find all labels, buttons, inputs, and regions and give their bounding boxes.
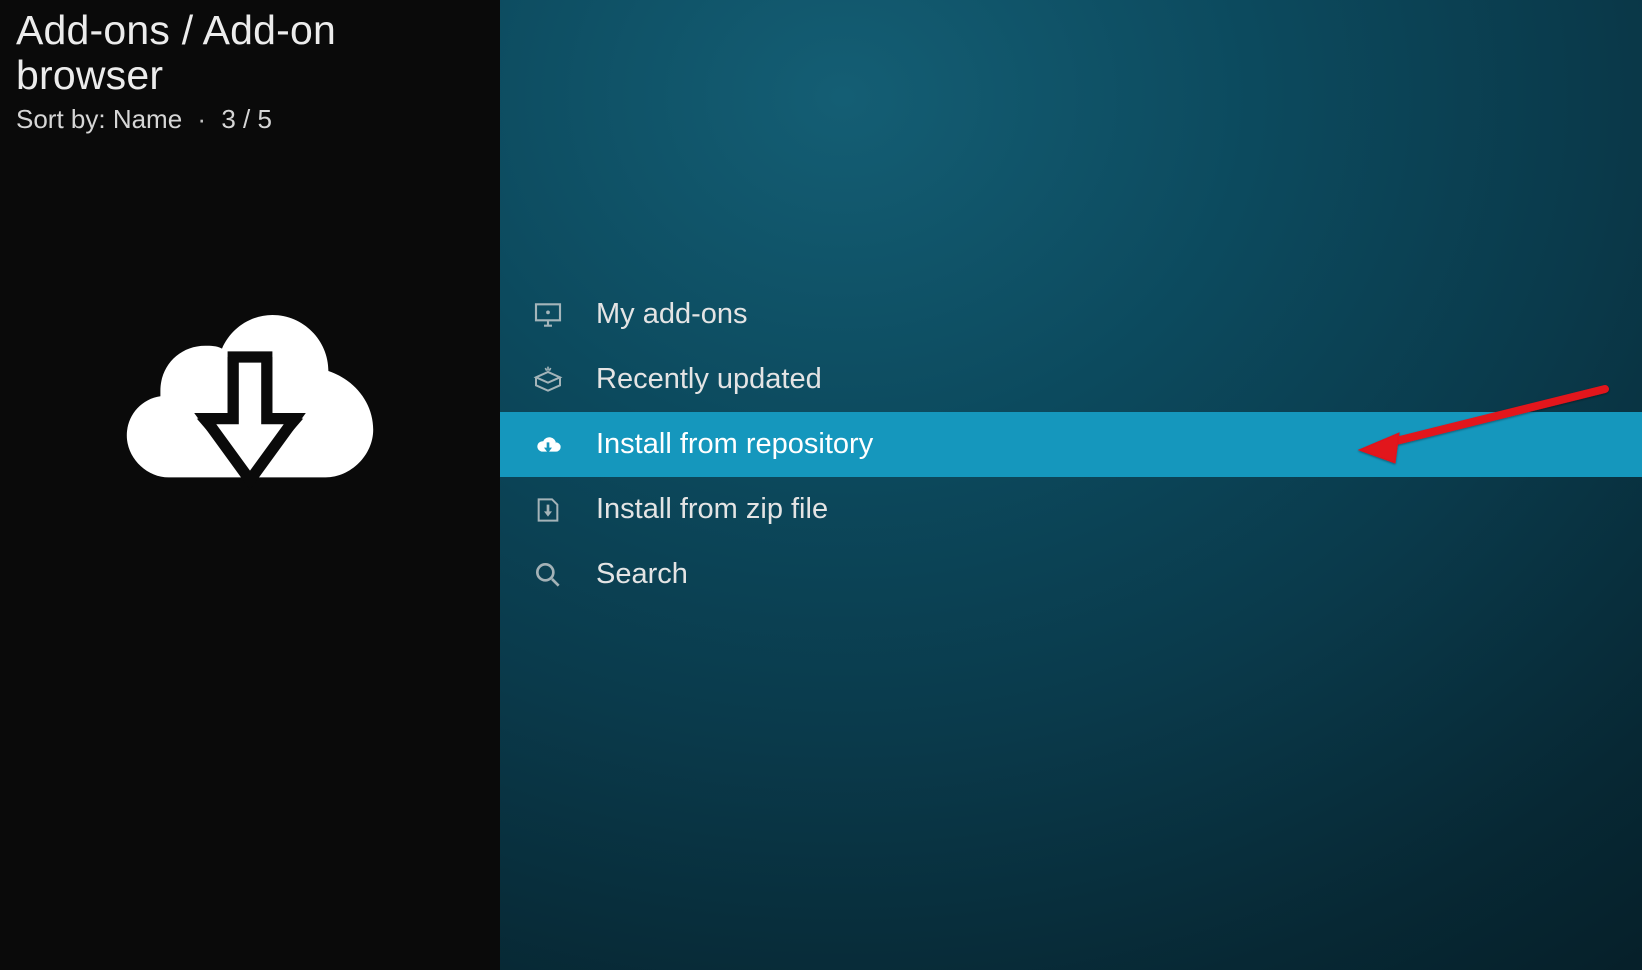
breadcrumb: Add-ons / Add-on browser — [16, 8, 484, 98]
main-panel: My add-ons Recently updated Install from… — [500, 0, 1642, 970]
sort-line: Sort by: Name · 3 / 5 — [16, 104, 484, 135]
search-icon — [530, 557, 566, 593]
sort-index: 3 / 5 — [221, 104, 272, 134]
menu-item-my-addons[interactable]: My add-ons — [500, 282, 1642, 347]
menu-item-install-from-zip[interactable]: Install from zip file — [500, 477, 1642, 542]
menu-item-label: Recently updated — [596, 363, 822, 396]
zip-download-icon — [530, 492, 566, 528]
sidebar: Add-ons / Add-on browser Sort by: Name ·… — [0, 0, 500, 970]
menu-item-label: Install from zip file — [596, 493, 828, 526]
sort-label: Sort by: Name — [16, 104, 182, 134]
menu-item-label: Search — [596, 558, 688, 591]
menu-item-label: Install from repository — [596, 428, 873, 461]
addon-browser-large-icon — [16, 245, 484, 525]
monitor-icon — [530, 297, 566, 333]
menu-item-install-from-repository[interactable]: Install from repository — [500, 412, 1642, 477]
menu-item-label: My add-ons — [596, 298, 748, 331]
sort-separator: · — [197, 104, 206, 135]
menu-item-recently-updated[interactable]: Recently updated — [500, 347, 1642, 412]
box-open-icon — [530, 362, 566, 398]
menu-list: My add-ons Recently updated Install from… — [500, 282, 1642, 607]
cloud-download-icon — [530, 427, 566, 463]
menu-item-search[interactable]: Search — [500, 542, 1642, 607]
cloud-download-icon — [110, 245, 390, 525]
